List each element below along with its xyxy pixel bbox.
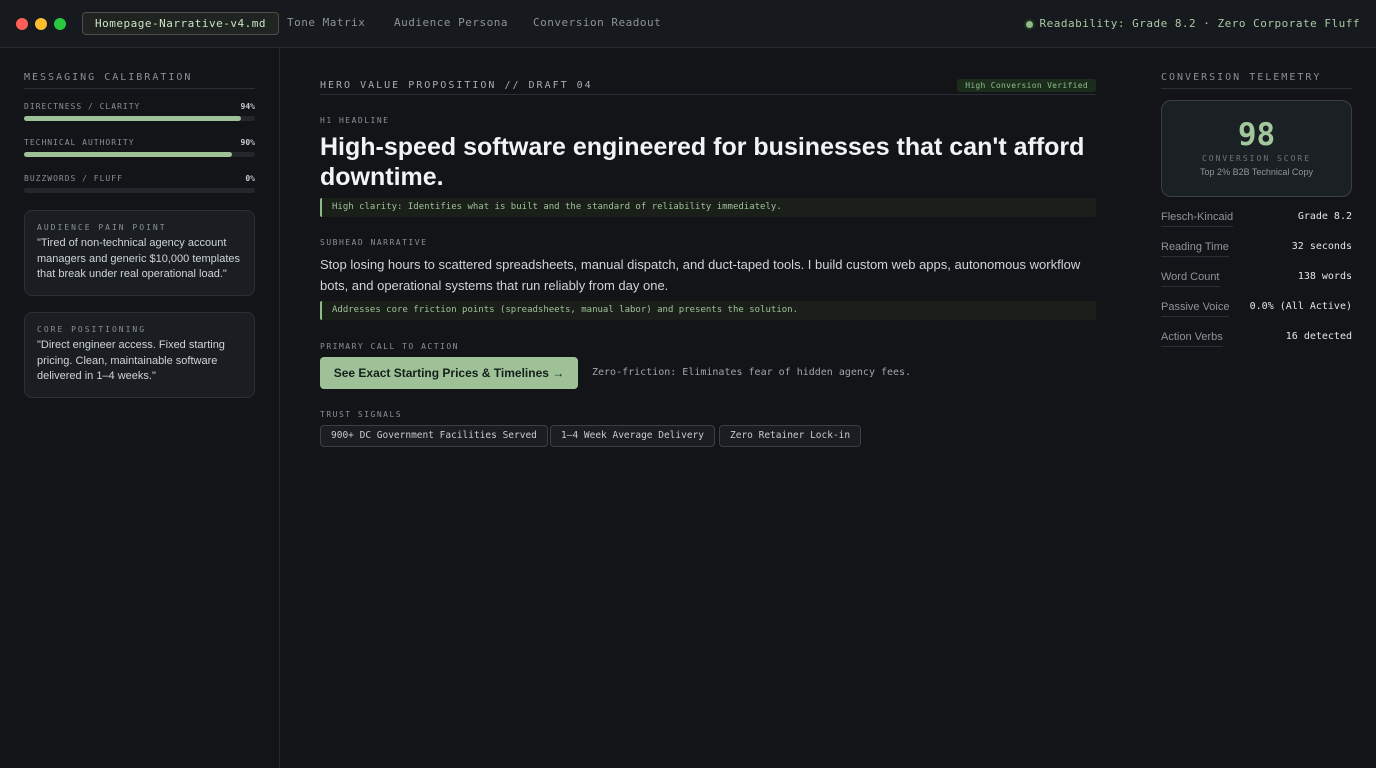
metric-label: TECHNICAL AUTHORITY xyxy=(24,138,135,147)
stat-label: Reading Time xyxy=(1161,241,1229,257)
subhead-note: Addresses core friction points (spreadsh… xyxy=(320,301,1096,320)
conversion-score-desc: Top 2% B2B Technical Copy xyxy=(1200,167,1313,177)
audience-pain-point-card: AUDIENCE PAIN POINT "Tired of non-techni… xyxy=(24,210,255,296)
stat-value: Grade 8.2 xyxy=(1297,211,1352,222)
card-title: CORE POSITIONING xyxy=(37,325,147,334)
stat-label: Action Verbs xyxy=(1161,331,1223,347)
tab-tone-matrix[interactable]: Tone Matrix xyxy=(287,12,365,35)
stat-flesch-kincaid: Flesch-Kincaid Grade 8.2 xyxy=(1161,208,1352,228)
conversion-score-card: 98 CONVERSION SCORE Top 2% B2B Technical… xyxy=(1161,100,1352,197)
h1-note: High clarity: Identifies what is built a… xyxy=(320,198,1096,217)
main-editor: HERO VALUE PROPOSITION // DRAFT 04 High … xyxy=(280,48,1136,768)
stat-label: Flesch-Kincaid xyxy=(1161,211,1234,227)
trust-chip-no-retainer[interactable]: Zero Retainer Lock-in xyxy=(719,425,862,447)
trust-signals-label: TRUST SIGNALS xyxy=(320,410,403,419)
subhead-text[interactable]: Stop losing hours to scattered spreadshe… xyxy=(320,254,1096,296)
card-text: "Tired of non-technical agency account m… xyxy=(37,237,241,280)
metric-value: 0% xyxy=(245,174,255,183)
metric-technical-authority: TECHNICAL AUTHORITY 90% xyxy=(24,138,255,157)
stat-value: 138 words xyxy=(1297,271,1352,282)
h1-headline[interactable]: High-speed software engineered for busin… xyxy=(320,132,1110,192)
stat-action-verbs: Action Verbs 16 detected xyxy=(1161,328,1352,348)
tab-audience-persona[interactable]: Audience Persona xyxy=(394,12,508,35)
stat-label: Passive Voice xyxy=(1161,301,1230,317)
stat-label: Word Count xyxy=(1161,271,1220,287)
status-dot-icon xyxy=(1026,20,1034,28)
cta-note: Zero-friction: Eliminates fear of hidden… xyxy=(592,367,912,378)
metric-bar xyxy=(24,188,255,193)
messaging-calibration-title: MESSAGING CALIBRATION xyxy=(24,72,255,89)
metric-buzzwords: BUZZWORDS / FLUFF 0% xyxy=(24,174,255,193)
tab-homepage-narrative[interactable]: Homepage-Narrative-v4.md xyxy=(82,12,279,35)
stat-passive-voice: Passive Voice 0.0% (All Active) xyxy=(1161,298,1352,318)
primary-cta-button[interactable]: See Exact Starting Prices & Timelines → xyxy=(320,357,578,389)
right-sidebar: CONVERSION TELEMETRY 98 CONVERSION SCORE… xyxy=(1137,48,1376,768)
core-positioning-card: CORE POSITIONING "Direct engineer access… xyxy=(24,312,255,398)
metric-bar-fill xyxy=(24,116,242,121)
stat-value: 32 seconds xyxy=(1291,241,1352,252)
conversion-telemetry-title: CONVERSION TELEMETRY xyxy=(1161,72,1352,89)
stat-word-count: Word Count 138 words xyxy=(1161,268,1352,288)
readability-status: Readability: Grade 8.2 · Zero Corporate … xyxy=(1026,17,1360,30)
cta-label: PRIMARY CALL TO ACTION xyxy=(320,342,459,351)
subhead-label: SUBHEAD NARRATIVE xyxy=(320,238,428,247)
conversion-badge: High Conversion Verified xyxy=(957,79,1096,92)
minimize-window-button[interactable] xyxy=(35,18,47,30)
card-text: "Direct engineer access. Fixed starting … xyxy=(37,339,225,382)
title-bar: Homepage-Narrative-v4.md Tone Matrix Aud… xyxy=(0,0,1376,48)
stat-value: 16 detected xyxy=(1285,331,1352,342)
card-title: AUDIENCE PAIN POINT xyxy=(37,223,167,232)
left-sidebar: MESSAGING CALIBRATION DIRECTNESS / CLARI… xyxy=(0,48,280,768)
metric-label: DIRECTNESS / CLARITY xyxy=(24,102,141,111)
metric-directness: DIRECTNESS / CLARITY 94% xyxy=(24,102,255,121)
metric-bar-fill xyxy=(24,152,232,157)
metric-value: 94% xyxy=(240,102,255,111)
trust-chip-facilities[interactable]: 900+ DC Government Facilities Served xyxy=(320,425,548,447)
conversion-score-value: 98 xyxy=(1237,117,1276,153)
metric-bar xyxy=(24,152,255,157)
close-window-button[interactable] xyxy=(16,18,28,30)
readability-status-text: Readability: Grade 8.2 · Zero Corporate … xyxy=(1039,17,1360,30)
metric-label: BUZZWORDS / FLUFF xyxy=(24,174,123,183)
metric-value: 90% xyxy=(240,138,255,147)
stat-reading-time: Reading Time 32 seconds xyxy=(1161,238,1352,258)
tab-conversion-readout[interactable]: Conversion Readout xyxy=(533,12,661,35)
trust-chip-delivery[interactable]: 1–4 Week Average Delivery xyxy=(550,425,715,447)
hero-header: HERO VALUE PROPOSITION // DRAFT 04 High … xyxy=(320,79,1096,95)
maximize-window-button[interactable] xyxy=(54,18,66,30)
h1-label: H1 HEADLINE xyxy=(320,116,390,125)
stat-value: 0.0% (All Active) xyxy=(1249,301,1352,312)
conversion-score-label: CONVERSION SCORE xyxy=(1201,154,1312,163)
metric-bar xyxy=(24,116,255,121)
